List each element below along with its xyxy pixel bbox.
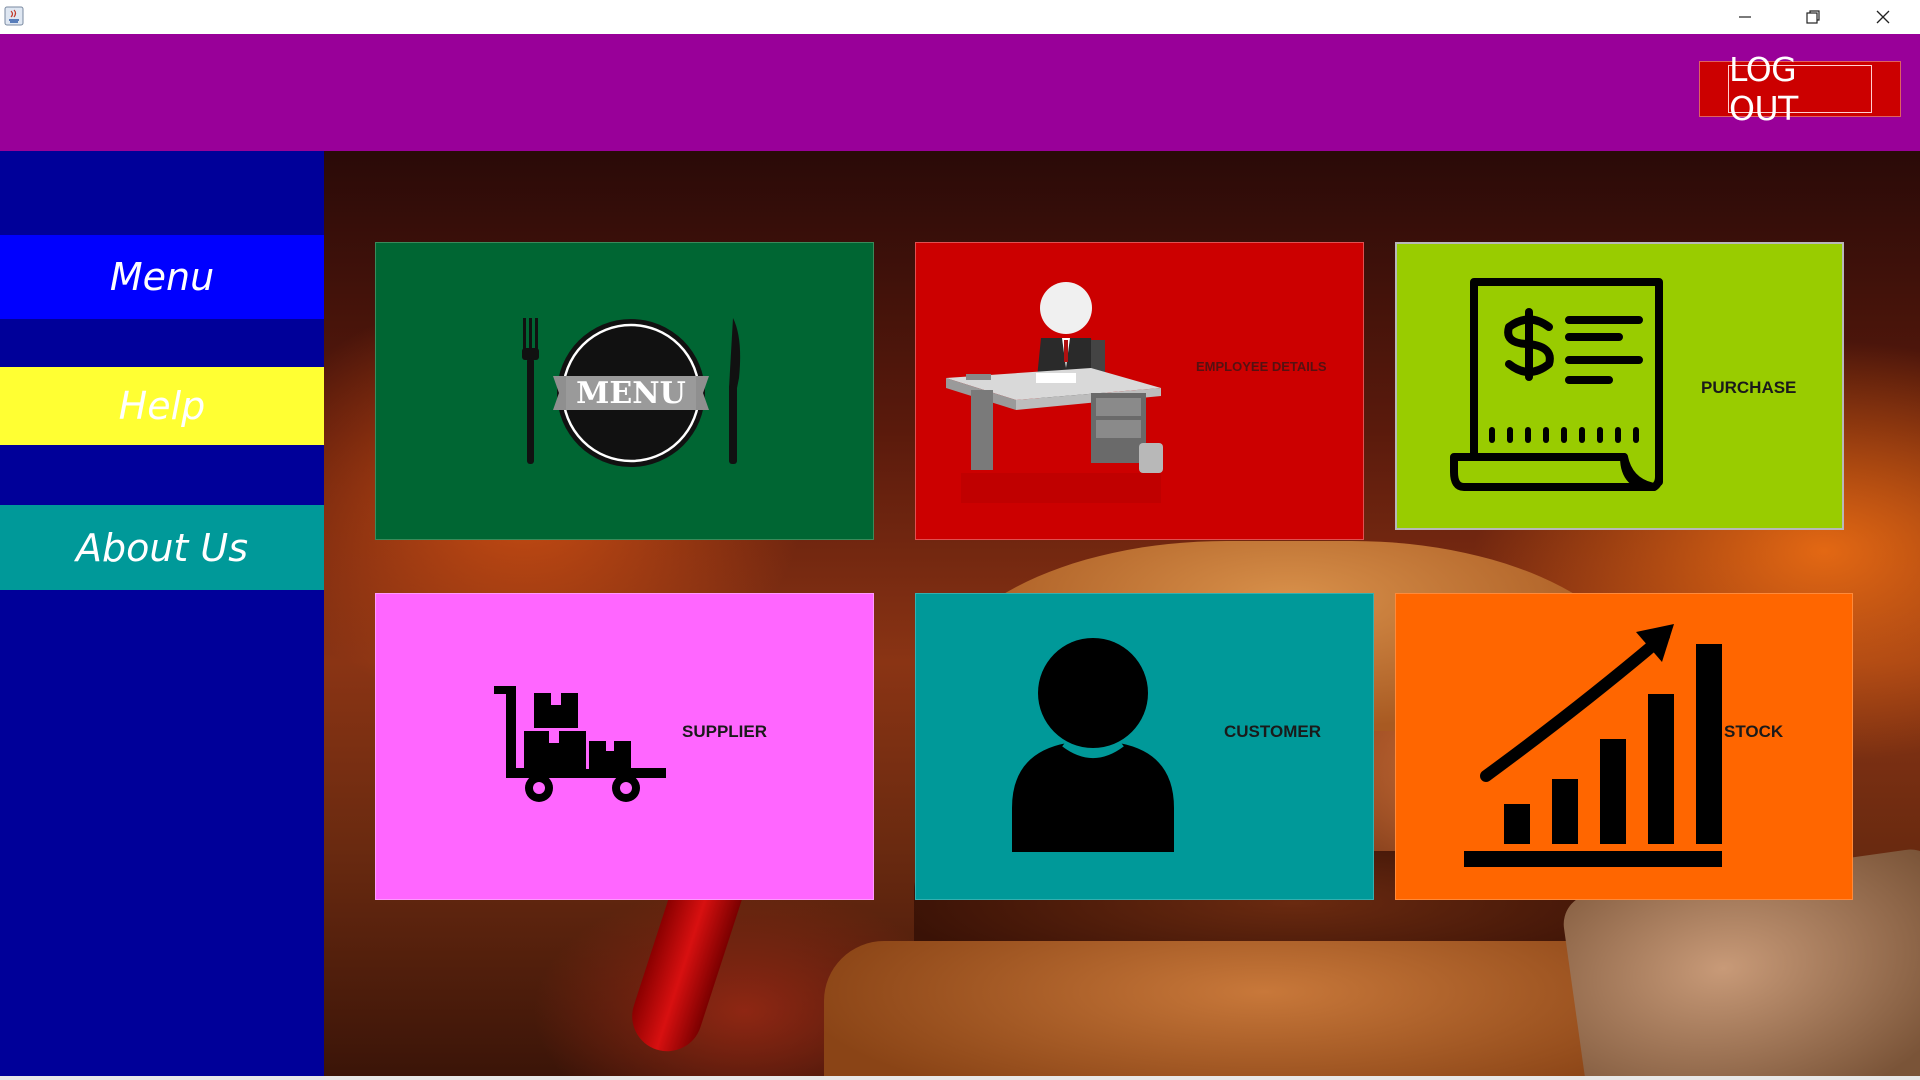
restore-button[interactable] <box>1778 0 1848 34</box>
minimize-icon <box>1739 16 1751 18</box>
logout-button[interactable]: LOG OUT <box>1728 50 1872 128</box>
purchase-tile[interactable]: PURCHASE <box>1395 242 1844 530</box>
bottom-edge <box>0 1076 1920 1080</box>
stock-tile[interactable]: STOCK <box>1395 593 1853 900</box>
menu-plate-icon: MENU <box>522 318 741 467</box>
customer-tile[interactable]: CUSTOMER <box>915 593 1374 900</box>
java-app-icon <box>4 6 24 26</box>
header-bar <box>0 34 1920 151</box>
supplier-label: SUPPLIER <box>682 722 768 741</box>
employee-details-label: EMPLOYEE DETAILS <box>1196 359 1327 374</box>
restore-icon <box>1806 10 1820 24</box>
customer-label: CUSTOMER <box>1224 722 1321 741</box>
stock-label: STOCK <box>1724 722 1784 741</box>
sidebar-item-menu[interactable]: Menu <box>0 235 324 319</box>
person-icon <box>1012 638 1174 852</box>
growth-chart-icon <box>1464 624 1722 867</box>
receipt-icon <box>1450 278 1663 491</box>
purchase-label: PURCHASE <box>1701 378 1797 397</box>
employee-details-tile[interactable]: EMPLOYEE DETAILS <box>915 242 1364 540</box>
menu-tile[interactable]: MENU <box>375 242 874 540</box>
close-button[interactable] <box>1848 0 1918 34</box>
hand-truck-icon <box>494 686 666 802</box>
employee-desk-icon <box>946 282 1163 503</box>
close-icon <box>1876 10 1890 24</box>
menu-badge-text: MENU <box>576 376 686 411</box>
sidebar-item-about-us[interactable]: About Us <box>0 505 324 590</box>
supplier-tile[interactable]: SUPPLIER <box>375 593 874 900</box>
minimize-button[interactable] <box>1710 0 1780 34</box>
window-titlebar <box>0 0 1920 34</box>
sidebar-item-help[interactable]: Help <box>0 367 324 445</box>
